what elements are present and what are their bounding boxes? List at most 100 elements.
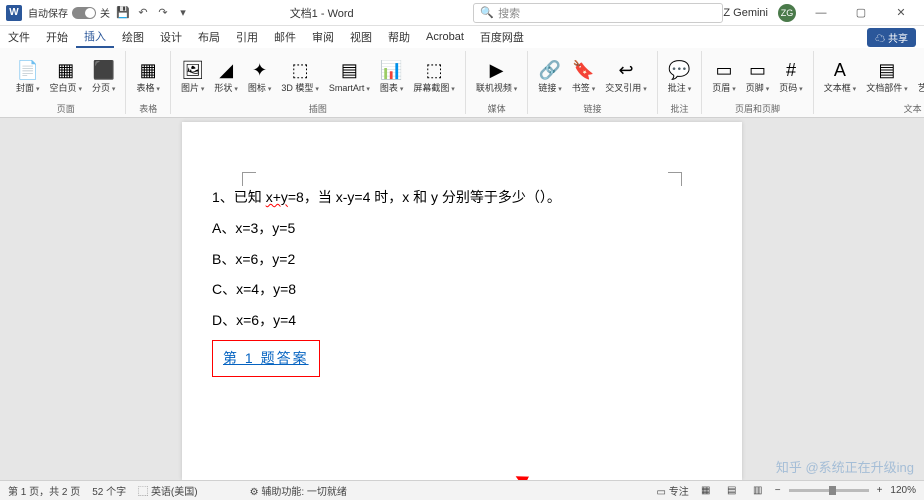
ribbon-icon: 📄 xyxy=(17,60,39,82)
ribbon-group: ▦表格 ▾ 表格 xyxy=(126,51,170,114)
ribbon-icon: ✦ xyxy=(249,60,271,82)
ribbon-button[interactable]: ↩交叉引用 ▾ xyxy=(601,58,650,96)
ribbon-button[interactable]: #页码 ▾ xyxy=(775,58,806,96)
ribbon-icon: ◢ xyxy=(215,60,237,82)
ribbon-icon: ▭ xyxy=(746,60,768,82)
print-layout-icon[interactable]: ▤ xyxy=(723,484,741,498)
ribbon-group: ▭页眉 ▾▭页脚 ▾#页码 ▾ 页眉和页脚 xyxy=(702,51,813,114)
ribbon-icon: ⬚ xyxy=(289,60,311,82)
ribbon-icon: 💬 xyxy=(669,60,691,82)
tab-view[interactable]: 视图 xyxy=(342,26,380,48)
qat-customize-icon[interactable]: ▾ xyxy=(176,6,190,20)
ribbon-button[interactable]: ▭页脚 ▾ xyxy=(742,58,773,96)
ribbon-button[interactable]: ▤SmartArt ▾ xyxy=(325,58,374,96)
autosave-toggle[interactable]: 自动保存 关 xyxy=(28,5,110,20)
close-button[interactable]: ✕ xyxy=(886,1,916,25)
question-text[interactable]: 1、已知 x+y=8，当 x-y=4 时，x 和 y 分别等于多少（）。 A、x… xyxy=(212,182,712,377)
save-icon[interactable]: 💾 xyxy=(116,6,130,20)
user-avatar-icon[interactable]: ZG xyxy=(778,4,796,22)
ribbon-button[interactable]: ▭页眉 ▾ xyxy=(708,58,739,96)
ribbon-icon: A xyxy=(829,60,851,82)
title-bar: W 自动保存 关 💾 ↶ ↷ ▾ 文档1 - Word 🔍 搜索 Z Gemin… xyxy=(0,0,924,26)
ribbon-button[interactable]: 📊图表 ▾ xyxy=(376,58,407,96)
ribbon-group-label: 表格 xyxy=(132,102,163,114)
ribbon-button[interactable]: ⬚3D 模型 ▾ xyxy=(277,58,322,96)
ribbon-group-label: 媒体 xyxy=(472,102,521,114)
tab-baidu[interactable]: 百度网盘 xyxy=(472,26,532,48)
toggle-switch-icon[interactable] xyxy=(72,7,96,19)
tab-insert[interactable]: 插入 xyxy=(76,26,114,48)
ribbon-button[interactable]: A艺术字 ▾ xyxy=(914,58,924,96)
answer-hyperlink-box[interactable]: 第 1 题答案 xyxy=(212,340,320,377)
ribbon-group-label: 文本 xyxy=(820,102,924,114)
accessibility-status[interactable]: ⚙ 辅助功能: 一切就绪 xyxy=(250,483,347,498)
crop-mark-icon xyxy=(668,172,682,186)
undo-icon[interactable]: ↶ xyxy=(136,6,150,20)
ribbon-icon: 🖼 xyxy=(182,60,204,82)
zoom-in-button[interactable]: + xyxy=(877,485,883,496)
ribbon-button[interactable]: 🔗链接 ▾ xyxy=(534,58,565,96)
ribbon-icon: ▤ xyxy=(876,60,898,82)
ribbon-button[interactable]: 📄封面 ▾ xyxy=(12,58,43,96)
tab-mailings[interactable]: 邮件 xyxy=(266,26,304,48)
tab-help[interactable]: 帮助 xyxy=(380,26,418,48)
ribbon-group: 🔗链接 ▾🔖书签 ▾↩交叉引用 ▾链接 xyxy=(528,51,657,114)
document-page[interactable]: 1、已知 x+y=8，当 x-y=4 时，x 和 y 分别等于多少（）。 A、x… xyxy=(182,122,742,480)
ribbon-icon: ⬛ xyxy=(93,60,115,82)
answer-hyperlink[interactable]: 第 1 题答案 xyxy=(223,350,309,366)
ribbon-button[interactable]: ⬚屏幕截图 ▾ xyxy=(409,58,458,96)
page-indicator[interactable]: 第 1 页，共 2 页 xyxy=(8,483,80,498)
share-button[interactable]: ☁ 共享 xyxy=(867,28,916,47)
focus-mode[interactable]: ▭ 专注 xyxy=(657,483,689,498)
document-area[interactable]: 1、已知 x+y=8，当 x-y=4 时，x 和 y 分别等于多少（）。 A、x… xyxy=(0,118,924,480)
tab-home[interactable]: 开始 xyxy=(38,26,76,48)
tab-draw[interactable]: 绘图 xyxy=(114,26,152,48)
tab-layout[interactable]: 布局 xyxy=(190,26,228,48)
ribbon-group: 💬批注 ▾批注 xyxy=(658,51,702,114)
ribbon-icon: 🔗 xyxy=(539,60,561,82)
read-mode-icon[interactable]: ▦ xyxy=(697,484,715,498)
maximize-button[interactable]: ▢ xyxy=(846,1,876,25)
ribbon-tabs: 文件 开始 插入 绘图 设计 布局 引用 邮件 审阅 视图 帮助 Acrobat… xyxy=(0,26,924,48)
ribbon-button[interactable]: ▶联机视频 ▾ xyxy=(472,58,521,96)
ribbon-button[interactable]: ⬛分页 ▾ xyxy=(88,58,119,96)
ribbon-button[interactable]: ▦表格 ▾ xyxy=(132,58,163,96)
ribbon-button[interactable]: ▦空白页 ▾ xyxy=(45,58,85,96)
status-bar: 第 1 页，共 2 页 52 个字 ⬚ 英语(美国) ⚙ 辅助功能: 一切就绪 … xyxy=(0,480,924,500)
user-name[interactable]: Z Gemini xyxy=(723,7,768,19)
ribbon-group: A文本框 ▾▤文档部件 ▾A艺术字 ▾A首字下沉 ▾文本 xyxy=(814,51,924,114)
ribbon-button[interactable]: ✦图标 ▾ xyxy=(244,58,275,96)
tab-acrobat[interactable]: Acrobat xyxy=(418,26,472,48)
zoom-level[interactable]: 120% xyxy=(890,485,916,496)
zoom-slider[interactable] xyxy=(789,489,869,492)
search-icon: 🔍 xyxy=(480,6,494,19)
ribbon-group: ▶联机视频 ▾ 媒体 xyxy=(466,51,528,114)
zoom-out-button[interactable]: − xyxy=(775,485,781,496)
ribbon-icon: # xyxy=(780,60,802,82)
ribbon-icon: ⬚ xyxy=(423,60,445,82)
search-input[interactable]: 🔍 搜索 xyxy=(473,3,723,23)
ribbon-icon: 📊 xyxy=(381,60,403,82)
ribbon-button[interactable]: ◢形状 ▾ xyxy=(210,58,241,96)
tab-file[interactable]: 文件 xyxy=(0,26,38,48)
tab-review[interactable]: 审阅 xyxy=(304,26,342,48)
ribbon-button[interactable]: 💬批注 ▾ xyxy=(664,58,695,96)
tab-references[interactable]: 引用 xyxy=(228,26,266,48)
ribbon-icon: 🔖 xyxy=(573,60,595,82)
minimize-button[interactable]: — xyxy=(806,1,836,25)
ribbon-icon: ▤ xyxy=(338,60,360,82)
ribbon-group: 📄封面 ▾▦空白页 ▾⬛分页 ▾页面 xyxy=(6,51,126,114)
ribbon-icon: ▦ xyxy=(137,60,159,82)
ribbon-button[interactable]: ▤文档部件 ▾ xyxy=(862,58,911,96)
word-app-icon: W xyxy=(6,5,22,21)
language-indicator[interactable]: ⬚ 英语(美国) xyxy=(138,483,197,498)
ribbon-button[interactable]: A文本框 ▾ xyxy=(820,58,860,96)
ribbon-button[interactable]: 🔖书签 ▾ xyxy=(568,58,599,96)
ribbon-button[interactable]: 🖼图片 ▾ xyxy=(177,58,208,96)
word-count[interactable]: 52 个字 xyxy=(92,483,126,498)
ribbon-group-label: 页眉和页脚 xyxy=(708,102,806,114)
web-layout-icon[interactable]: ▥ xyxy=(749,484,767,498)
ribbon-icon: ▦ xyxy=(55,60,77,82)
tab-design[interactable]: 设计 xyxy=(152,26,190,48)
redo-icon[interactable]: ↷ xyxy=(156,6,170,20)
